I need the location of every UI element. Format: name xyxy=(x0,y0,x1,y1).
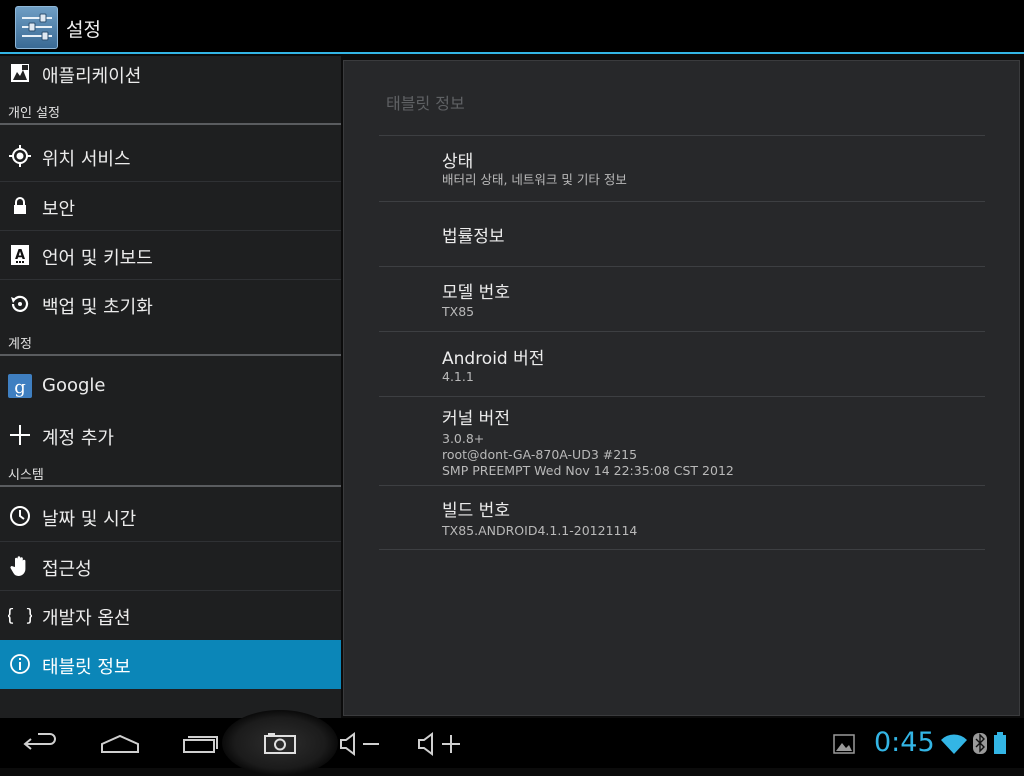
recent-apps-icon xyxy=(182,718,220,768)
about-tablet-panel: 태블릿 정보 상태 배터리 상태, 네트워크 및 기타 정보 법률정보 모델 번… xyxy=(343,60,1020,716)
home-button[interactable] xyxy=(100,718,140,768)
sidebar-item-label: Google xyxy=(42,375,106,396)
plus-icon xyxy=(8,423,32,447)
section-header-label: 개인 설정 xyxy=(8,106,60,121)
sidebar-item-label: 언어 및 키보드 xyxy=(42,248,153,269)
sidebar-item-label: 날짜 및 시간 xyxy=(42,509,137,530)
home-icon xyxy=(100,718,140,768)
gallery-notification[interactable] xyxy=(833,718,855,768)
system-navigation-bar: 0:45 xyxy=(0,710,1024,776)
kernel-version-title: 커널 버전 xyxy=(442,409,510,429)
bluetooth-icon xyxy=(972,718,988,768)
apps-icon xyxy=(8,61,32,85)
page-title: 설정 xyxy=(66,19,101,41)
sidebar-item-location[interactable]: 위치 서비스 xyxy=(0,132,341,181)
build-number-row[interactable]: 빌드 번호 TX85.ANDROID4.1.1-20121114 xyxy=(379,485,985,549)
sidebar-item-backup[interactable]: 백업 및 초기화 xyxy=(0,279,341,328)
section-divider xyxy=(0,123,341,125)
back-button[interactable] xyxy=(20,718,60,768)
section-divider xyxy=(0,485,341,487)
kernel-version-line: 3.0.8+ xyxy=(442,431,485,446)
back-icon xyxy=(20,718,60,768)
wifi-status xyxy=(940,718,968,768)
svg-text:{ }: { } xyxy=(8,606,32,626)
sidebar-item-accessibility[interactable]: 접근성 xyxy=(0,541,341,590)
build-number-value: TX85.ANDROID4.1.1-20121114 xyxy=(442,523,638,538)
sidebar-item-developer[interactable]: { } 개발자 옵션 xyxy=(0,590,341,639)
settings-sidebar: 애플리케이션 개인 설정 위치 서비스 보안 A 언어 및 키보드 백업 및 초… xyxy=(0,56,341,718)
bluetooth-status xyxy=(972,718,988,768)
section-header-system: 시스템 xyxy=(0,460,341,487)
screenshot-icon xyxy=(262,718,298,768)
sidebar-item-datetime[interactable]: 날짜 및 시간 xyxy=(0,492,341,541)
battery-status xyxy=(992,718,1008,768)
settings-icon[interactable] xyxy=(15,6,58,49)
model-number-value: TX85 xyxy=(442,304,475,319)
legal-info-title: 법률정보 xyxy=(442,227,505,247)
volume-up-button[interactable] xyxy=(416,718,462,768)
volume-up-icon xyxy=(416,718,462,768)
android-version-title: Android 버전 xyxy=(442,349,545,369)
model-number-row: 모델 번호 TX85 xyxy=(379,266,985,331)
battery-icon xyxy=(992,718,1008,768)
sidebar-item-label: 백업 및 초기화 xyxy=(42,297,153,318)
svg-text:g: g xyxy=(14,377,26,398)
sidebar-item-label: 계정 추가 xyxy=(42,428,114,449)
location-icon xyxy=(8,144,32,168)
status-summary: 배터리 상태, 네트워크 및 기타 정보 xyxy=(442,172,627,187)
status-clock[interactable]: 0:45 xyxy=(874,727,935,758)
gallery-icon xyxy=(833,718,855,768)
language-icon: A xyxy=(8,243,32,267)
volume-down-icon xyxy=(338,718,382,768)
sidebar-item-label: 위치 서비스 xyxy=(42,149,131,170)
lock-icon xyxy=(8,194,32,218)
sidebar-item-about-tablet[interactable]: 태블릿 정보 xyxy=(0,640,341,689)
status-title: 상태 xyxy=(442,152,474,172)
sidebar-item-label: 접근성 xyxy=(42,559,92,580)
legal-info-row[interactable]: 법률정보 xyxy=(379,201,985,266)
panel-title: 태블릿 정보 xyxy=(386,94,465,113)
backup-icon xyxy=(8,292,32,316)
sidebar-item-label: 보안 xyxy=(42,199,76,220)
action-bar: 설정 xyxy=(0,0,1024,54)
sidebar-item-security[interactable]: 보안 xyxy=(0,181,341,230)
build-number-title: 빌드 번호 xyxy=(442,501,510,521)
sidebar-item-applications[interactable]: 애플리케이션 xyxy=(0,49,341,98)
braces-icon: { } xyxy=(8,603,32,627)
sidebar-item-add-account[interactable]: 계정 추가 xyxy=(0,411,341,460)
google-icon: g xyxy=(8,374,32,398)
kernel-version-line: SMP PREEMPT Wed Nov 14 22:35:08 CST 2012 xyxy=(442,463,734,478)
svg-text:A: A xyxy=(15,248,25,263)
android-version-row[interactable]: Android 버전 4.1.1 xyxy=(379,331,985,396)
sidebar-item-label: 개발자 옵션 xyxy=(42,608,131,629)
volume-down-button[interactable] xyxy=(338,718,382,768)
sidebar-item-language[interactable]: A 언어 및 키보드 xyxy=(0,230,341,279)
row-divider xyxy=(379,549,985,550)
kernel-version-row: 커널 버전 3.0.8+ root@dont-GA-870A-UD3 #215 … xyxy=(379,396,985,485)
hand-icon xyxy=(8,554,32,578)
section-divider xyxy=(0,354,341,356)
model-number-title: 모델 번호 xyxy=(442,283,510,303)
sidebar-item-label: 태블릿 정보 xyxy=(42,657,131,678)
wifi-icon xyxy=(940,718,968,768)
kernel-version-line: root@dont-GA-870A-UD3 #215 xyxy=(442,447,638,462)
section-header-label: 계정 xyxy=(8,337,32,352)
clock-icon xyxy=(8,504,32,528)
section-header-accounts: 계정 xyxy=(0,329,341,356)
android-version-value: 4.1.1 xyxy=(442,369,474,384)
screenshot-button[interactable] xyxy=(262,718,298,768)
sidebar-item-google[interactable]: g Google xyxy=(0,362,341,411)
status-row[interactable]: 상태 배터리 상태, 네트워크 및 기타 정보 xyxy=(379,135,985,201)
sidebar-item-label: 애플리케이션 xyxy=(42,66,142,87)
recent-apps-button[interactable] xyxy=(182,718,220,768)
section-header-label: 시스템 xyxy=(8,468,44,483)
section-header-personal: 개인 설정 xyxy=(0,98,341,125)
info-icon xyxy=(8,652,32,676)
